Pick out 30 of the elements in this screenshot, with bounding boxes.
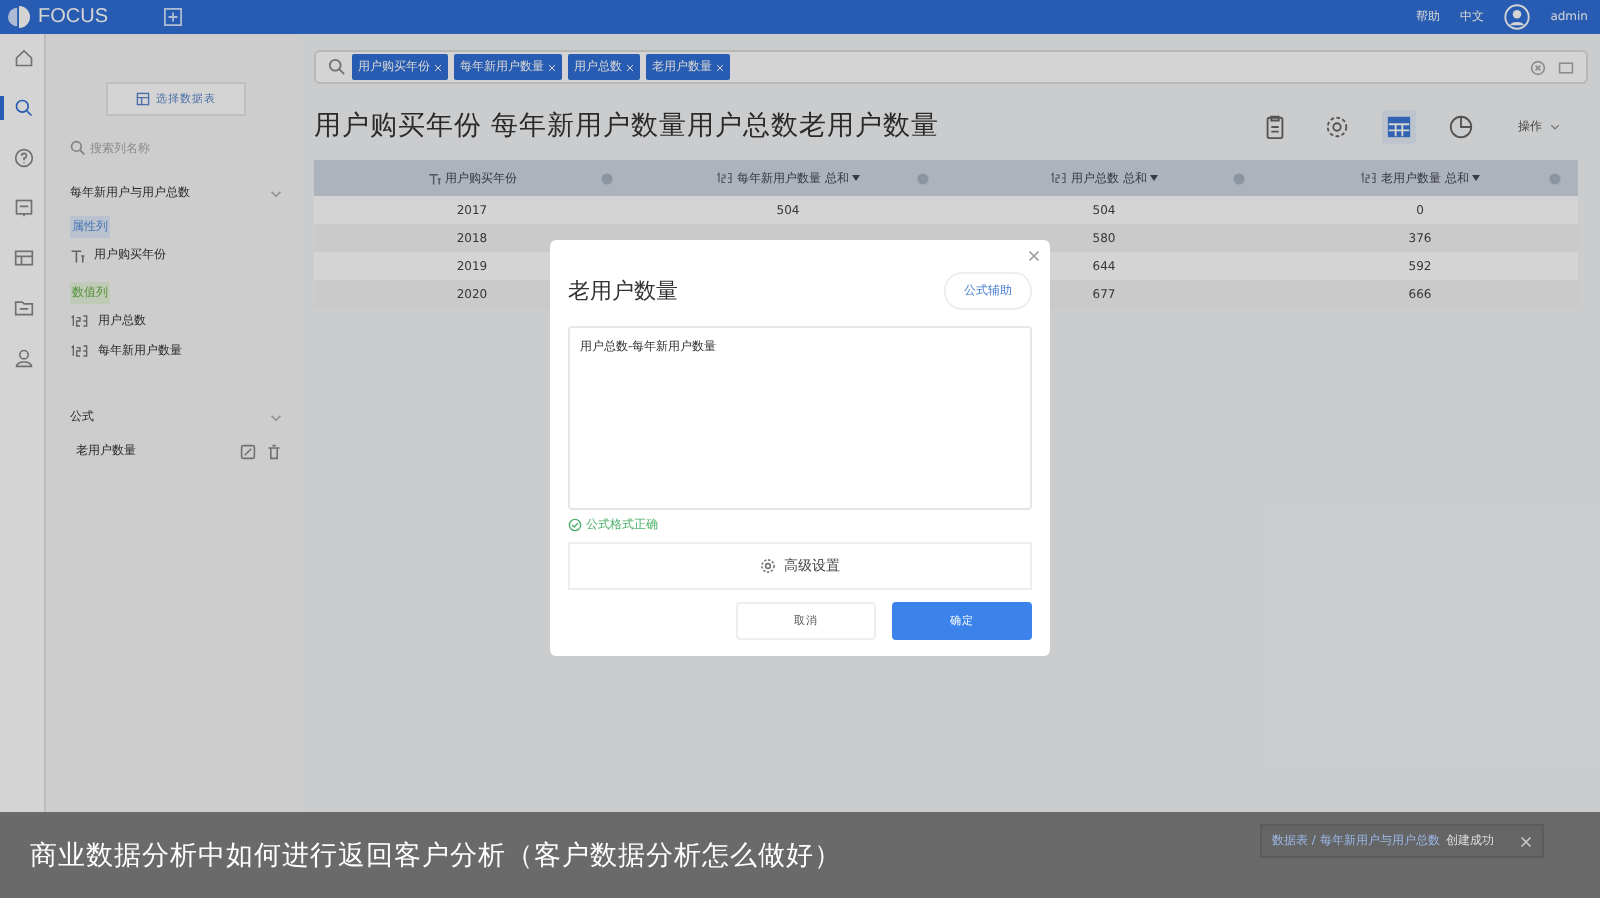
edit-icon[interactable]: [240, 443, 256, 459]
search-icon: [70, 140, 86, 156]
text-column-icon: [70, 247, 86, 263]
clear-icon[interactable]: [1530, 59, 1546, 75]
close-icon[interactable]: [1519, 835, 1532, 847]
number-column-icon: [1359, 172, 1378, 184]
delete-icon[interactable]: [266, 443, 282, 459]
number-column-icon: [715, 172, 734, 184]
search-icon: [328, 58, 346, 76]
sort-down-icon[interactable]: [1472, 174, 1481, 182]
table-icon: [136, 92, 150, 106]
add-tab-icon[interactable]: [164, 8, 182, 26]
chevron-icon[interactable]: [270, 187, 282, 199]
number-column-icon: [70, 344, 90, 358]
number-column-icon: [1049, 172, 1068, 184]
caption-text: 商业数据分析中如何进行返回客户分析（客户数据分析怎么做好）: [30, 837, 842, 873]
sort-down-icon[interactable]: [852, 174, 861, 182]
table-icon[interactable]: [1382, 109, 1416, 143]
chevron-icon: [1550, 121, 1560, 131]
gear-icon: [760, 558, 776, 574]
text-column-icon: [427, 171, 441, 185]
logo-icon: [8, 6, 30, 28]
close-icon[interactable]: [1028, 250, 1040, 262]
dialog-title: 老用户数量: [568, 276, 678, 306]
number-column-icon: [70, 314, 90, 328]
avatar-icon[interactable]: [1504, 4, 1531, 30]
logo-text: FOCUS: [38, 6, 108, 28]
chevron-icon[interactable]: [270, 411, 282, 423]
sort-down-icon[interactable]: [1150, 174, 1159, 182]
page-title: 用户购买年份 每年新用户数量用户总数老用户数量: [314, 108, 939, 144]
